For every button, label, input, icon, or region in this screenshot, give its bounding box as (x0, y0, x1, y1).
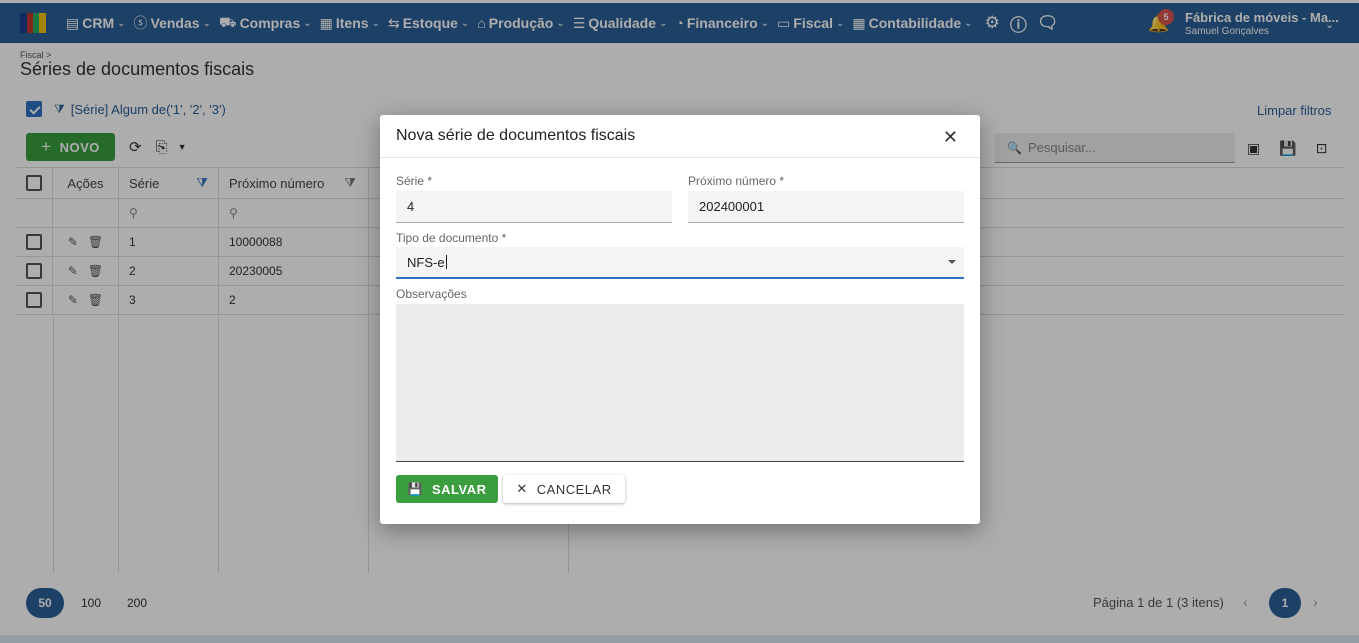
close-icon[interactable]: ✕ (943, 127, 958, 148)
next-number-label: Próximo número * (688, 174, 785, 188)
doc-type-select[interactable]: NFS-e (396, 247, 964, 279)
dialog-title: Nova série de documentos fiscais (396, 127, 636, 144)
new-series-dialog: Nova série de documentos fiscais ✕ Série… (380, 115, 980, 524)
doc-type-label: Tipo de documento * (396, 231, 507, 245)
save-button[interactable]: 💾 SALVAR (396, 475, 498, 503)
dropdown-arrow-icon[interactable] (948, 260, 956, 264)
serie-field[interactable]: 4 (396, 191, 672, 223)
text-caret (445, 255, 447, 269)
save-icon: 💾 (407, 482, 423, 496)
cancel-button-label: CANCELAR (536, 481, 612, 497)
notes-textarea[interactable] (396, 304, 964, 462)
doc-type-value: NFS-e (407, 254, 445, 270)
close-icon: ✕ (516, 481, 528, 496)
dialog-header: Nova série de documentos fiscais (380, 115, 980, 158)
notes-label: Observações (396, 287, 467, 301)
next-number-field[interactable]: 202400001 (688, 191, 964, 223)
serie-label: Série * (396, 174, 433, 188)
save-button-label: SALVAR (431, 481, 487, 497)
cancel-button[interactable]: ✕ CANCELAR (503, 475, 625, 503)
